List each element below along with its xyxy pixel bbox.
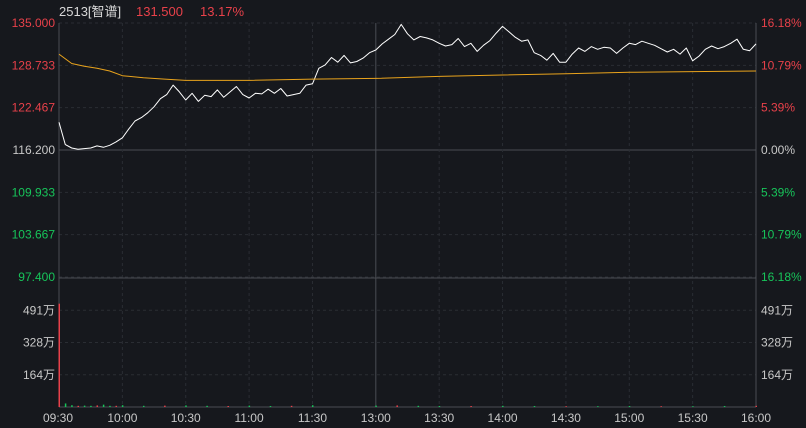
time-tick-label: 13:00: [361, 411, 391, 425]
volume-bar: [142, 405, 145, 407]
price-tick-label: 116.200: [13, 143, 56, 157]
volume-bar: [96, 405, 99, 407]
volume-bar: [290, 405, 293, 407]
time-tick-label: 14:00: [488, 411, 518, 425]
percent-tick-label: 10.79%: [761, 58, 802, 72]
volume-bar: [248, 405, 251, 407]
time-tick-label: 15:30: [678, 411, 708, 425]
volume-bar: [206, 405, 208, 407]
volume-bar: [185, 405, 187, 407]
percent-tick-label: 16.18%: [761, 16, 802, 30]
volume-bar: [77, 405, 80, 407]
intraday-chart: 135.000 128.733 122.467 116.200 109.933 103.6…: [12, 4, 802, 425]
volume-bar: [628, 406, 631, 407]
volume-bar: [597, 406, 599, 407]
time-tick-label: 09:30: [43, 411, 73, 425]
chart-header: 2513[智谱] 131.500 13.17%: [59, 4, 245, 19]
volume-tick-label-left: 164万: [23, 368, 55, 382]
time-tick-label: 10:00: [107, 411, 137, 425]
percent-change: 13.17%: [200, 4, 245, 19]
volume-bar: [755, 405, 757, 407]
volume-bar: [470, 406, 472, 407]
volume-tick-label-right: 328万: [761, 336, 793, 350]
percent-tick-label: 5.39%: [761, 101, 795, 115]
volume-bar: [109, 405, 111, 407]
volume-bar: [660, 406, 662, 407]
volume-tick-label-left: 491万: [23, 303, 55, 317]
price-tick-label: 128.733: [12, 58, 56, 72]
percent-tick-label: 16.18%: [761, 270, 802, 284]
series-layer: [58, 23, 757, 150]
time-tick-label: 11:30: [298, 411, 327, 425]
volume-bar: [723, 406, 726, 407]
grid-layer: [58, 22, 757, 408]
average-price-line: [58, 53, 757, 81]
price-tick-label: 122.467: [12, 101, 56, 115]
volume-bar: [565, 406, 567, 407]
volume-bar: [375, 405, 377, 407]
volume-bar: [417, 405, 420, 407]
volume-bar: [164, 405, 166, 407]
volume-bar: [90, 405, 92, 407]
last-price: 131.500: [136, 4, 183, 19]
volume-tick-label-right: 491万: [761, 303, 793, 317]
volume-bar: [83, 405, 86, 407]
price-line: [58, 23, 757, 150]
price-tick-label: 103.667: [12, 228, 56, 242]
percent-tick-label: 10.79%: [761, 228, 802, 242]
volume-tick-label-left: 328万: [23, 336, 55, 350]
volume-bar: [58, 303, 60, 407]
volume-bar: [64, 403, 67, 407]
volume-bar: [102, 404, 105, 407]
volume-bar: [692, 406, 694, 407]
time-tick-label: 10:30: [171, 411, 201, 425]
volume-bar: [71, 405, 73, 407]
price-tick-label: 97.400: [18, 270, 55, 284]
time-tick-label: 16:00: [741, 411, 771, 425]
volume-tick-label-right: 164万: [761, 368, 793, 382]
volume-layer: [58, 303, 757, 407]
volume-bar: [227, 406, 229, 407]
time-tick-label: 14:30: [551, 411, 581, 425]
stock-code-name: 2513[智谱]: [59, 4, 121, 19]
volume-bar: [269, 406, 272, 407]
percent-tick-label: 0.00%: [761, 143, 795, 157]
time-tick-label: 11:00: [235, 411, 264, 425]
price-tick-label: 109.933: [12, 185, 56, 199]
percent-tick-label: 5.39%: [761, 185, 795, 199]
price-tick-label: 135.000: [12, 16, 56, 30]
volume-bar: [121, 405, 124, 407]
time-tick-label: 13:30: [424, 411, 454, 425]
volume-bar: [438, 406, 441, 407]
volume-bar: [502, 405, 504, 407]
time-tick-label: 15:00: [614, 411, 644, 425]
volume-bar: [115, 405, 118, 407]
volume-bar: [311, 405, 314, 407]
volume-bar: [396, 405, 398, 407]
volume-bar: [533, 406, 536, 407]
